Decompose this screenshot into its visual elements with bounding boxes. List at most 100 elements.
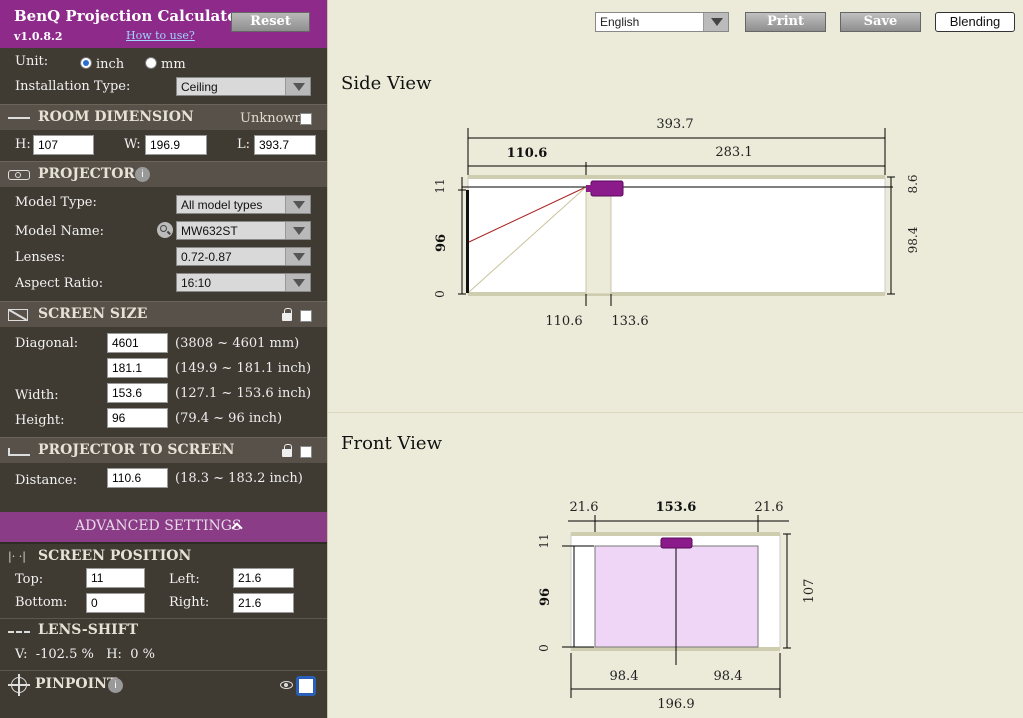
right-label: Right: [169, 595, 210, 610]
room-height-input[interactable]: 107 [33, 135, 94, 155]
how-to-use-link[interactable]: How to use? [126, 29, 195, 42]
diagonal-mm-range: (3808 ~ 4601 mm) [175, 336, 300, 351]
front-half-right: 98.4 [714, 669, 743, 684]
model-name-select[interactable]: MW632ST [176, 221, 311, 240]
screen-height-input[interactable]: 96 [107, 408, 168, 428]
room-length-input[interactable]: 393.7 [254, 135, 316, 155]
installation-type-label: Installation Type: [15, 79, 131, 94]
front-top-gap: 11 [537, 533, 551, 548]
room-l-label: L: [237, 137, 251, 152]
pinpoint-checkbox[interactable] [296, 676, 316, 696]
model-type-select[interactable]: All model types [176, 195, 311, 214]
aspect-ratio-value: 16:10 [181, 276, 212, 290]
reset-button[interactable]: Reset [231, 12, 310, 32]
lens-shift-icon [8, 631, 30, 633]
screen-position-title: SCREEN POSITION [38, 548, 192, 564]
screen-size-header: SCREEN SIZE [0, 301, 327, 327]
lens-shift-title: LENS-SHIFT [38, 622, 138, 638]
dash-icon [8, 117, 30, 119]
side-screen-line [466, 190, 469, 293]
screen-right-input[interactable]: 21.6 [233, 593, 294, 613]
projector-header: PROJECTOR i [0, 161, 327, 187]
side-projector [590, 180, 624, 197]
top-label: Top: [15, 572, 44, 587]
advanced-settings-toggle[interactable]: ADVANCED SETTINGS [0, 512, 327, 542]
front-projector [660, 537, 693, 549]
front-screen-width: 153.6 [656, 500, 697, 515]
lenses-value: 0.72-0.87 [181, 250, 232, 264]
screen-bottom-input[interactable]: 0 [86, 593, 145, 613]
app-title: BenQ Projection Calculator [14, 7, 246, 25]
chevron-down-icon [285, 78, 310, 95]
aspect-ratio-label: Aspect Ratio: [15, 276, 104, 291]
front-view-diagram: 21.6 153.6 21.6 11 96 0 107 98.4 98.4 19… [537, 500, 817, 712]
unknown-checkbox[interactable] [300, 113, 312, 125]
lens-shift-value: V: -102.5 % H: 0 % [15, 647, 155, 662]
installation-type-value: Ceiling [181, 80, 218, 94]
distance-range: (18.3 ~ 183.2 inch) [175, 471, 303, 486]
projector-title: PROJECTOR [38, 166, 136, 182]
diagonal-mm-input[interactable]: 4601 [107, 333, 168, 353]
projector-to-screen-title: PROJECTOR TO SCREEN [38, 442, 235, 458]
diagonal-label: Diagonal: [15, 336, 79, 351]
left-label: Left: [169, 572, 200, 587]
lenses-select[interactable]: 0.72-0.87 [176, 247, 311, 266]
side-view-diagram: 393.7 110.6 283.1 11 96 0 8.6 98.4 110.6… [433, 117, 920, 329]
room-dimension-title: ROOM DIMENSION [38, 109, 194, 125]
installation-type-select[interactable]: Ceiling [176, 77, 311, 96]
diagonal-inch-range: (149.9 ~ 181.1 inch) [175, 361, 312, 376]
room-dimension-header: ROOM DIMENSION Unknown [0, 104, 327, 130]
room-h-label: H: [15, 137, 31, 152]
model-name-value: MW632ST [181, 224, 238, 238]
front-zero: 0 [537, 644, 551, 652]
distance-icon [8, 454, 30, 456]
front-half-left: 98.4 [610, 669, 639, 684]
side-right-top: 8.6 [906, 174, 920, 193]
unit-inch-radio[interactable] [80, 57, 92, 69]
crosshair-icon [8, 674, 30, 696]
screen-top-input[interactable]: 11 [86, 568, 145, 588]
screen-width-input[interactable]: 153.6 [107, 383, 168, 403]
chevron-down-icon [285, 274, 310, 291]
distance-input[interactable]: 110.6 [107, 468, 168, 488]
projector-icon [8, 170, 30, 180]
side-room-box [467, 176, 886, 295]
screen-size-lock-checkbox[interactable] [300, 310, 312, 322]
distance-lock-checkbox[interactable] [300, 446, 312, 458]
lock-icon [282, 444, 292, 458]
front-right-margin: 21.6 [755, 500, 784, 515]
screen-icon [8, 309, 28, 321]
room-w-label: W: [124, 137, 141, 152]
main-canvas: English Print Save Blending Side View Fr… [327, 0, 1023, 718]
room-width-input[interactable]: 196.9 [145, 135, 207, 155]
front-screen-height: 96 [538, 588, 553, 606]
screen-size-title: SCREEN SIZE [38, 306, 148, 322]
unit-mm-radio[interactable] [145, 57, 157, 69]
eye-icon[interactable] [280, 681, 293, 689]
screen-position-icon: |· ·| [8, 550, 26, 563]
unit-inch-label: inch [96, 57, 125, 72]
advanced-settings-label: ADVANCED SETTINGS [75, 518, 242, 534]
lenses-label: Lenses: [15, 250, 66, 265]
info-icon[interactable]: i [135, 167, 150, 182]
model-name-label: Model Name: [15, 224, 104, 239]
side-screen-height: 96 [434, 234, 449, 252]
unit-label: Unit: [15, 54, 49, 69]
search-icon[interactable] [157, 222, 173, 238]
aspect-ratio-select[interactable]: 16:10 [176, 273, 311, 292]
width-label: Width: [15, 388, 59, 403]
model-type-value: All model types [181, 198, 263, 212]
pinpoint-title: PINPOINT [35, 676, 118, 692]
side-bottom-a: 110.6 [545, 314, 582, 329]
side-right-height: 98.4 [906, 226, 920, 253]
screen-left-input[interactable]: 21.6 [233, 568, 294, 588]
app-version: v1.0.8.2 [14, 30, 63, 43]
info-icon[interactable]: i [108, 678, 123, 693]
front-left-margin: 21.6 [570, 500, 599, 515]
app-header: BenQ Projection Calculator v1.0.8.2 Rese… [0, 0, 327, 48]
lock-icon [282, 308, 292, 322]
chevron-down-icon [285, 196, 310, 213]
screen-width-range: (127.1 ~ 153.6 inch) [175, 386, 312, 401]
bottom-label: Bottom: [15, 595, 68, 610]
diagonal-inch-input[interactable]: 181.1 [107, 358, 168, 378]
